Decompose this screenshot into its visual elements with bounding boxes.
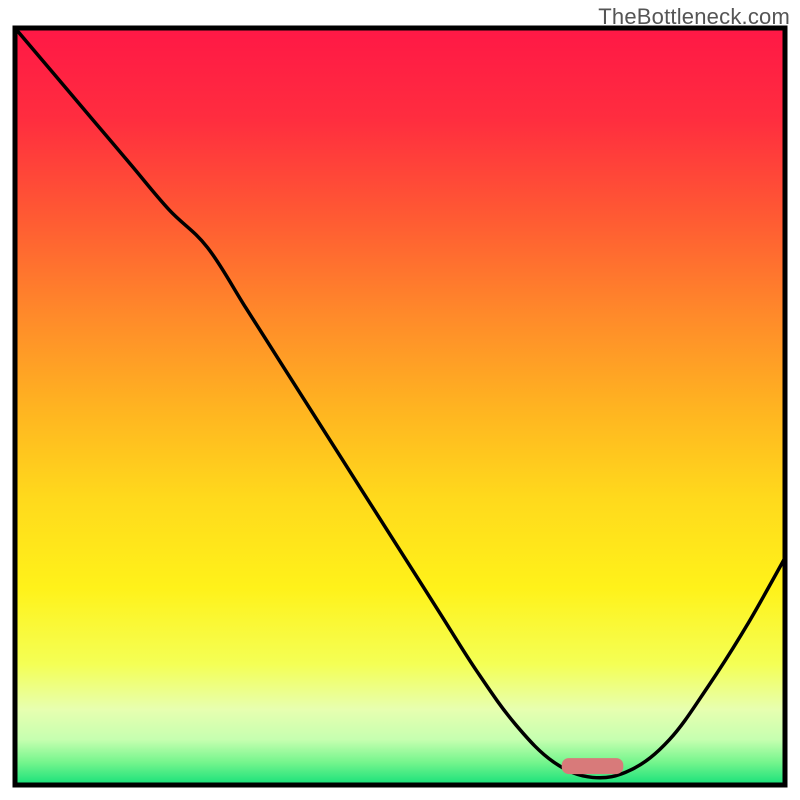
optimal-marker: [562, 758, 624, 774]
gradient-background: [15, 28, 785, 785]
watermark-text: TheBottleneck.com: [598, 4, 790, 30]
chart-container: TheBottleneck.com: [0, 0, 800, 800]
bottleneck-chart: [0, 0, 800, 800]
plot-area: [15, 28, 785, 785]
